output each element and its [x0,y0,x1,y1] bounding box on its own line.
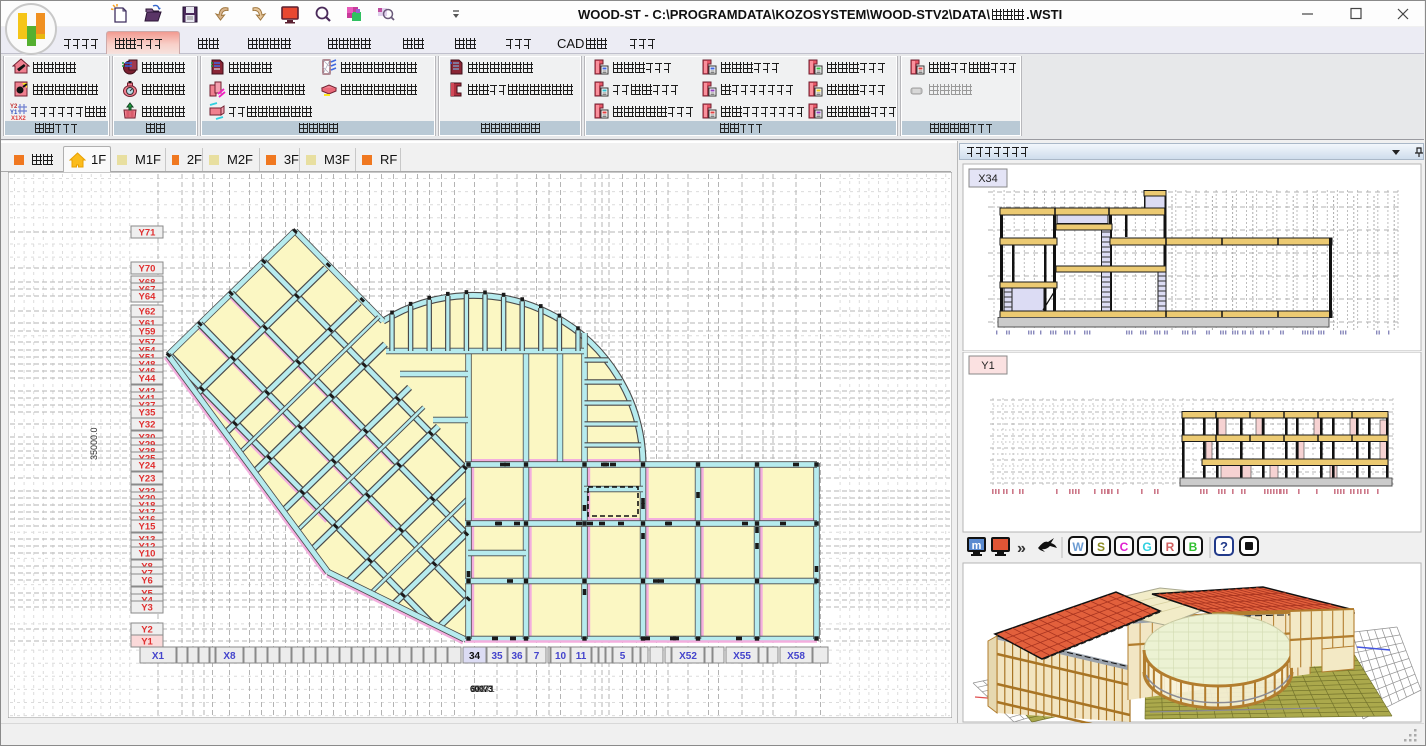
svg-text:11: 11 [576,651,587,662]
svg-text:Y1: Y1 [141,637,153,648]
svg-text:Y64: Y64 [139,292,157,303]
svg-text:X34: X34 [978,173,998,185]
svg-text:Y71: Y71 [139,228,157,239]
svg-text:X1X2: X1X2 [11,116,26,120]
svg-text:36: 36 [511,651,523,662]
svg-text:5: 5 [620,651,626,662]
svg-text:X8: X8 [223,651,236,662]
svg-text:Y15: Y15 [139,522,157,533]
svg-text:58871: 58871 [472,684,495,694]
svg-text:Y3: Y3 [141,603,153,614]
svg-text:Y2: Y2 [141,625,153,636]
svg-text:X58: X58 [787,651,805,662]
svg-text:G: G [1142,540,1151,554]
svg-text:35: 35 [491,651,503,662]
svg-text:X52: X52 [679,651,697,662]
svg-text:10: 10 [555,651,567,662]
svg-text:Y23: Y23 [139,474,156,485]
svg-text:Y10: Y10 [139,549,156,560]
svg-text:Y62: Y62 [139,307,156,318]
svg-text:R: R [1166,540,1175,554]
svg-text:Y70: Y70 [139,264,156,275]
svg-text:Y6: Y6 [141,576,153,587]
svg-text:34: 34 [469,651,481,662]
svg-text:m: m [972,540,982,552]
svg-text:W: W [1072,540,1084,554]
svg-text:Y44: Y44 [139,374,157,385]
svg-text:Y35: Y35 [139,408,157,419]
svg-text:C: C [1120,540,1129,554]
svg-text:X55: X55 [733,651,751,662]
svg-text:?: ? [1220,539,1228,554]
svg-text:S: S [1097,540,1105,554]
svg-text:Y24: Y24 [139,461,157,472]
svg-text:B: B [1189,540,1198,554]
svg-text:»: » [1017,540,1026,557]
svg-text:35000.0: 35000.0 [89,427,99,460]
svg-text:7: 7 [534,651,540,662]
svg-text:X1: X1 [152,651,165,662]
svg-text:Y1: Y1 [981,360,994,372]
svg-text:Y32: Y32 [139,420,156,431]
